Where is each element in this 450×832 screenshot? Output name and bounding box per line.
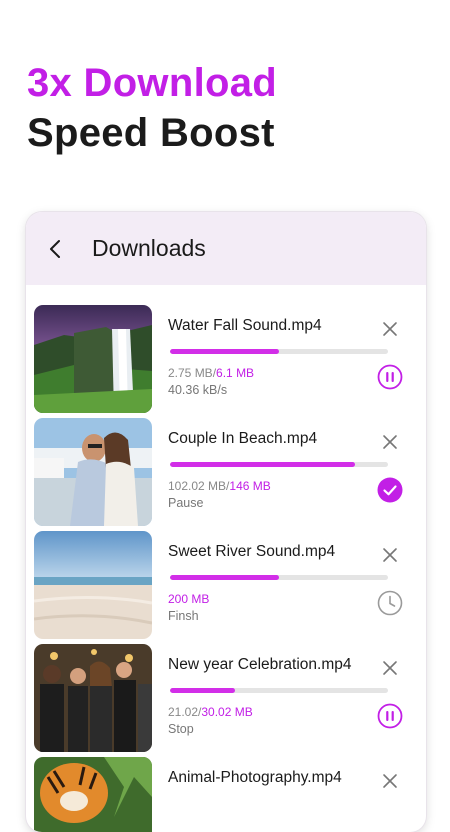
downloads-screen: Downloads Water Fall Sound.mp4 2.75 MB/6… — [26, 212, 426, 832]
close-icon[interactable] — [380, 319, 400, 339]
download-item[interactable]: Couple In Beach.mp4 102.02 MB/146 MB Pau… — [34, 418, 424, 526]
progress-bar — [170, 575, 388, 580]
thumbnail-couple — [34, 418, 152, 526]
thumbnail-celebration — [34, 644, 152, 752]
pause-icon[interactable] — [377, 364, 403, 390]
download-speed: 40.36 kB/s — [168, 383, 228, 397]
file-name: Animal-Photography.mp4 — [168, 769, 342, 786]
total-size: 146 MB — [229, 479, 271, 493]
total-size: 30.02 MB — [201, 705, 253, 719]
progress-fill — [170, 349, 279, 354]
promo-headline: 3x Download Speed Boost — [27, 58, 277, 158]
total-size: 6.1 MB — [216, 366, 255, 380]
close-icon[interactable] — [380, 545, 400, 565]
file-size: 21.02/30.02 MB — [168, 705, 253, 719]
progress-fill — [170, 462, 356, 467]
close-icon[interactable] — [380, 771, 400, 791]
downloaded-size: 21.02 — [168, 705, 199, 719]
download-item[interactable]: Animal-Photography.mp4 — [34, 757, 424, 832]
file-size: 200 MB — [168, 592, 210, 606]
progress-bar — [170, 688, 388, 693]
download-state: Finsh — [168, 609, 199, 623]
pause-icon[interactable] — [377, 703, 403, 729]
file-name: New year Celebration.mp4 — [168, 656, 352, 673]
app-bar: Downloads — [26, 212, 426, 285]
thumbnail-tiger — [34, 757, 152, 832]
file-name: Sweet River Sound.mp4 — [168, 543, 336, 560]
progress-bar — [170, 349, 388, 354]
clock-icon[interactable] — [377, 590, 403, 616]
download-item[interactable]: Water Fall Sound.mp4 2.75 MB/6.1 MB 40.3… — [34, 305, 424, 413]
file-name: Couple In Beach.mp4 — [168, 430, 318, 447]
thumbnail-waterfall — [34, 305, 152, 413]
download-item[interactable]: Sweet River Sound.mp4 200 MB Finsh — [34, 531, 424, 639]
download-item[interactable]: New year Celebration.mp4 21.02/30.02 MB … — [34, 644, 424, 752]
page-title: Downloads — [92, 235, 206, 261]
back-arrow-icon[interactable] — [44, 238, 66, 260]
promo-line-2: Speed Boost — [27, 111, 275, 155]
downloaded-size: 2.75 MB — [168, 366, 213, 380]
progress-fill — [170, 688, 236, 693]
file-name: Water Fall Sound.mp4 — [168, 317, 322, 334]
check-circle-icon[interactable] — [377, 477, 403, 503]
promo-line-1: 3x Download — [27, 61, 277, 105]
close-icon[interactable] — [380, 658, 400, 678]
download-state: Stop — [168, 722, 194, 736]
download-state: Pause — [168, 496, 204, 510]
close-icon[interactable] — [380, 432, 400, 452]
progress-bar — [170, 462, 388, 467]
file-size: 102.02 MB/146 MB — [168, 479, 271, 493]
file-size: 2.75 MB/6.1 MB — [168, 366, 255, 380]
progress-fill — [170, 575, 279, 580]
downloaded-size: 102.02 MB — [168, 479, 227, 493]
thumbnail-beach — [34, 531, 152, 639]
